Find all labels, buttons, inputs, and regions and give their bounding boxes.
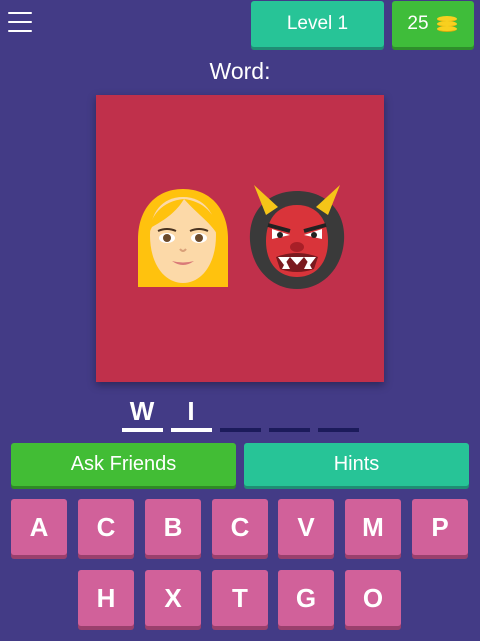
hints-label: Hints (333, 453, 380, 475)
ogre-emoji-icon (249, 185, 345, 289)
hints-button[interactable]: Hints (244, 443, 469, 486)
coins-count: 25 (407, 13, 429, 34)
ask-friends-button[interactable]: Ask Friends (11, 443, 236, 486)
page-title: Word: (209, 58, 271, 84)
letter-key[interactable]: A (11, 499, 67, 555)
coins-button[interactable]: 25 (392, 1, 474, 47)
letter-key[interactable]: X (145, 570, 201, 626)
letter-key[interactable]: C (78, 499, 134, 555)
letter-key[interactable]: O (345, 570, 401, 626)
coin-stack-icon (435, 14, 459, 34)
woman-emoji-icon (138, 189, 228, 287)
answer-letter: I (187, 396, 195, 426)
letter-key[interactable]: G (278, 570, 334, 626)
answer-slot[interactable] (268, 396, 310, 432)
menu-icon[interactable] (8, 12, 32, 32)
letter-key[interactable]: P (412, 499, 468, 555)
letter-key[interactable]: C (212, 499, 268, 555)
level-label: Level 1 (286, 13, 349, 34)
letter-key[interactable]: V (278, 499, 334, 555)
answer-slots: W I (0, 396, 480, 432)
letter-key[interactable]: T (212, 570, 268, 626)
letter-key[interactable]: M (345, 499, 401, 555)
answer-letter: W (129, 396, 155, 426)
letter-key[interactable]: B (145, 499, 201, 555)
level-button[interactable]: Level 1 (251, 1, 384, 47)
answer-slot[interactable]: W (121, 396, 163, 432)
ask-friends-label: Ask Friends (70, 453, 177, 475)
answer-slot[interactable] (219, 396, 261, 432)
letter-key[interactable]: H (78, 570, 134, 626)
puzzle-image (96, 95, 384, 382)
answer-slot[interactable]: I (170, 396, 212, 432)
answer-slot[interactable] (317, 396, 359, 432)
